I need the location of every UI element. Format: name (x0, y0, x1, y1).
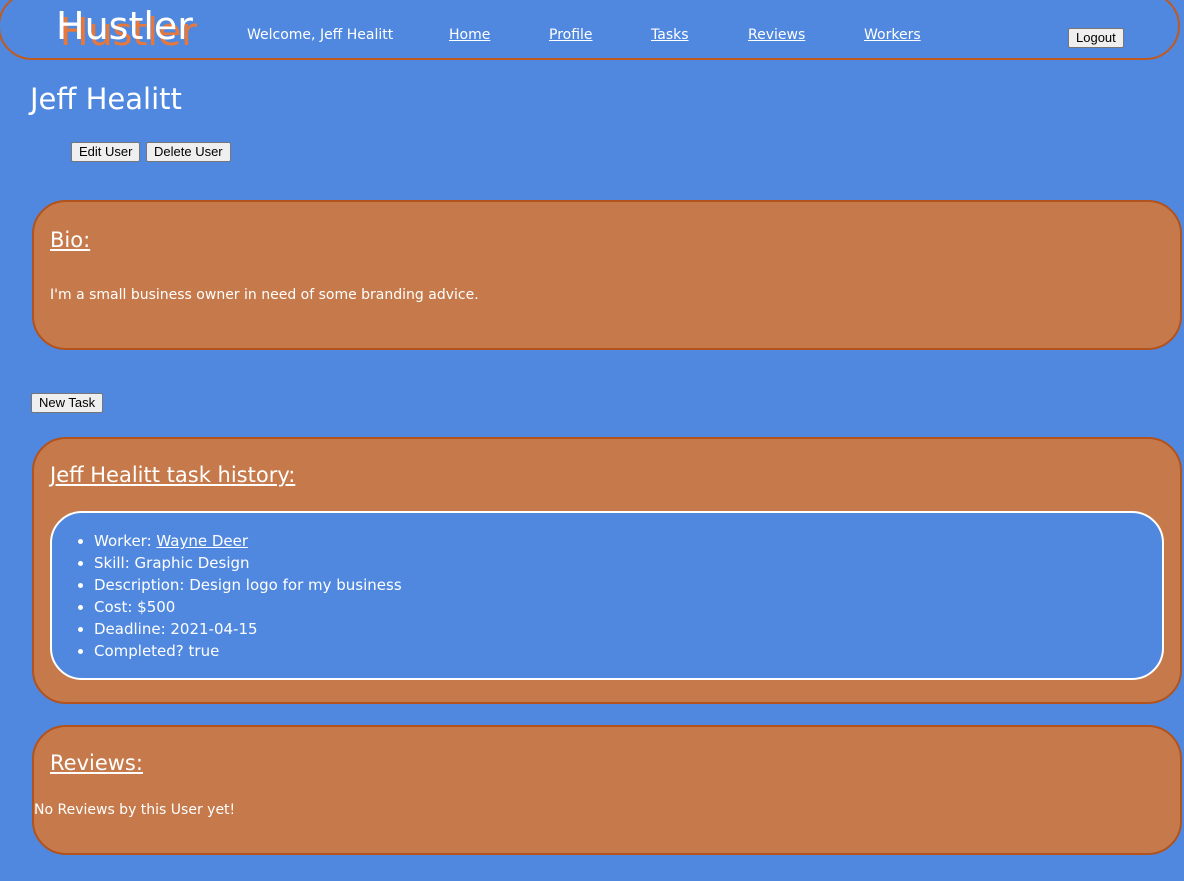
task-history-card: Jeff Healitt task history: Worker: Wayne… (32, 437, 1182, 704)
task-deadline: Deadline: 2021-04-15 (94, 618, 402, 640)
reviews-empty-text: No Reviews by this User yet! (34, 802, 236, 818)
logo-text: Hustler (56, 4, 193, 48)
nav-link-workers[interactable]: Workers (864, 27, 921, 43)
edit-user-button[interactable]: Edit User (71, 142, 141, 162)
task-worker-link[interactable]: Wayne Deer (156, 532, 248, 550)
nav-link-tasks[interactable]: Tasks (651, 27, 689, 43)
reviews-heading: Reviews: (50, 751, 143, 775)
task-worker: Worker: Wayne Deer (94, 530, 402, 552)
task-description: Description: Design logo for my business (94, 574, 402, 596)
page-title: Jeff Healitt (30, 82, 182, 116)
task-skill: Skill: Graphic Design (94, 552, 402, 574)
bio-card: Bio: I'm a small business owner in need … (32, 200, 1182, 350)
welcome-text: Welcome, Jeff Healitt (247, 27, 394, 43)
logo[interactable]: Hustler Hustler (56, 6, 206, 52)
nav-link-profile[interactable]: Profile (549, 27, 593, 43)
task-history-heading: Jeff Healitt task history: (50, 463, 296, 487)
bio-text: I'm a small business owner in need of so… (50, 287, 479, 303)
reviews-card: Reviews: No Reviews by this User yet! (32, 725, 1182, 855)
bio-heading: Bio: (50, 228, 91, 252)
new-task-button[interactable]: New Task (31, 393, 104, 413)
task-cost: Cost: $500 (94, 596, 402, 618)
nav-link-reviews[interactable]: Reviews (748, 27, 805, 43)
nav-link-home[interactable]: Home (449, 27, 490, 43)
delete-user-button[interactable]: Delete User (146, 142, 231, 162)
task-completed: Completed? true (94, 640, 402, 662)
logout-button[interactable]: Logout (1068, 28, 1124, 48)
task-item: Worker: Wayne Deer Skill: Graphic Design… (50, 511, 1164, 680)
task-details-list: Worker: Wayne Deer Skill: Graphic Design… (94, 530, 402, 662)
task-worker-label: Worker: (94, 532, 157, 550)
